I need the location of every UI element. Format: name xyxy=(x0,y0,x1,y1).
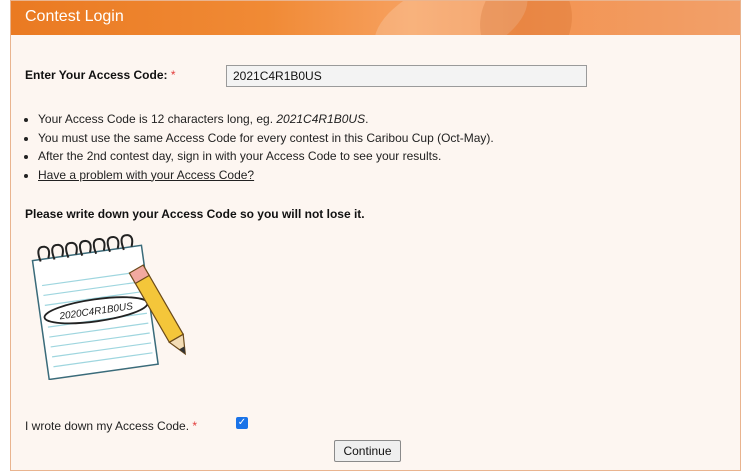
write-down-warning: Please write down your Access Code so yo… xyxy=(25,207,365,221)
confirm-label: I wrote down my Access Code. * xyxy=(25,419,197,433)
continue-button[interactable]: Continue xyxy=(334,440,401,462)
access-code-help-link[interactable]: Have a problem with your Access Code? xyxy=(38,168,254,182)
header-decoration-2 xyxy=(464,1,588,35)
info-item: After the 2nd contest day, sign in with … xyxy=(38,147,638,166)
info-item: Your Access Code is 12 characters long, … xyxy=(38,110,638,129)
info-list: Your Access Code is 12 characters long, … xyxy=(26,110,638,184)
required-mark: * xyxy=(170,68,176,82)
required-mark: * xyxy=(192,419,198,433)
access-code-input[interactable] xyxy=(226,65,587,87)
example-code: 2021C4R1B0US xyxy=(276,112,366,126)
wrote-down-checkbox[interactable]: ✓ xyxy=(236,417,248,429)
access-code-label-text: Enter Your Access Code: xyxy=(25,68,168,82)
notepad-illustration: 2020C4R1B0US xyxy=(31,234,187,380)
info-item: You must use the same Access Code for ev… xyxy=(38,129,638,148)
panel-header: Contest Login xyxy=(11,1,740,35)
panel-title: Contest Login xyxy=(25,8,124,25)
info-item: Have a problem with your Access Code? xyxy=(38,166,638,185)
access-code-label: Enter Your Access Code: * xyxy=(25,68,176,82)
confirm-label-text: I wrote down my Access Code. xyxy=(25,419,190,433)
